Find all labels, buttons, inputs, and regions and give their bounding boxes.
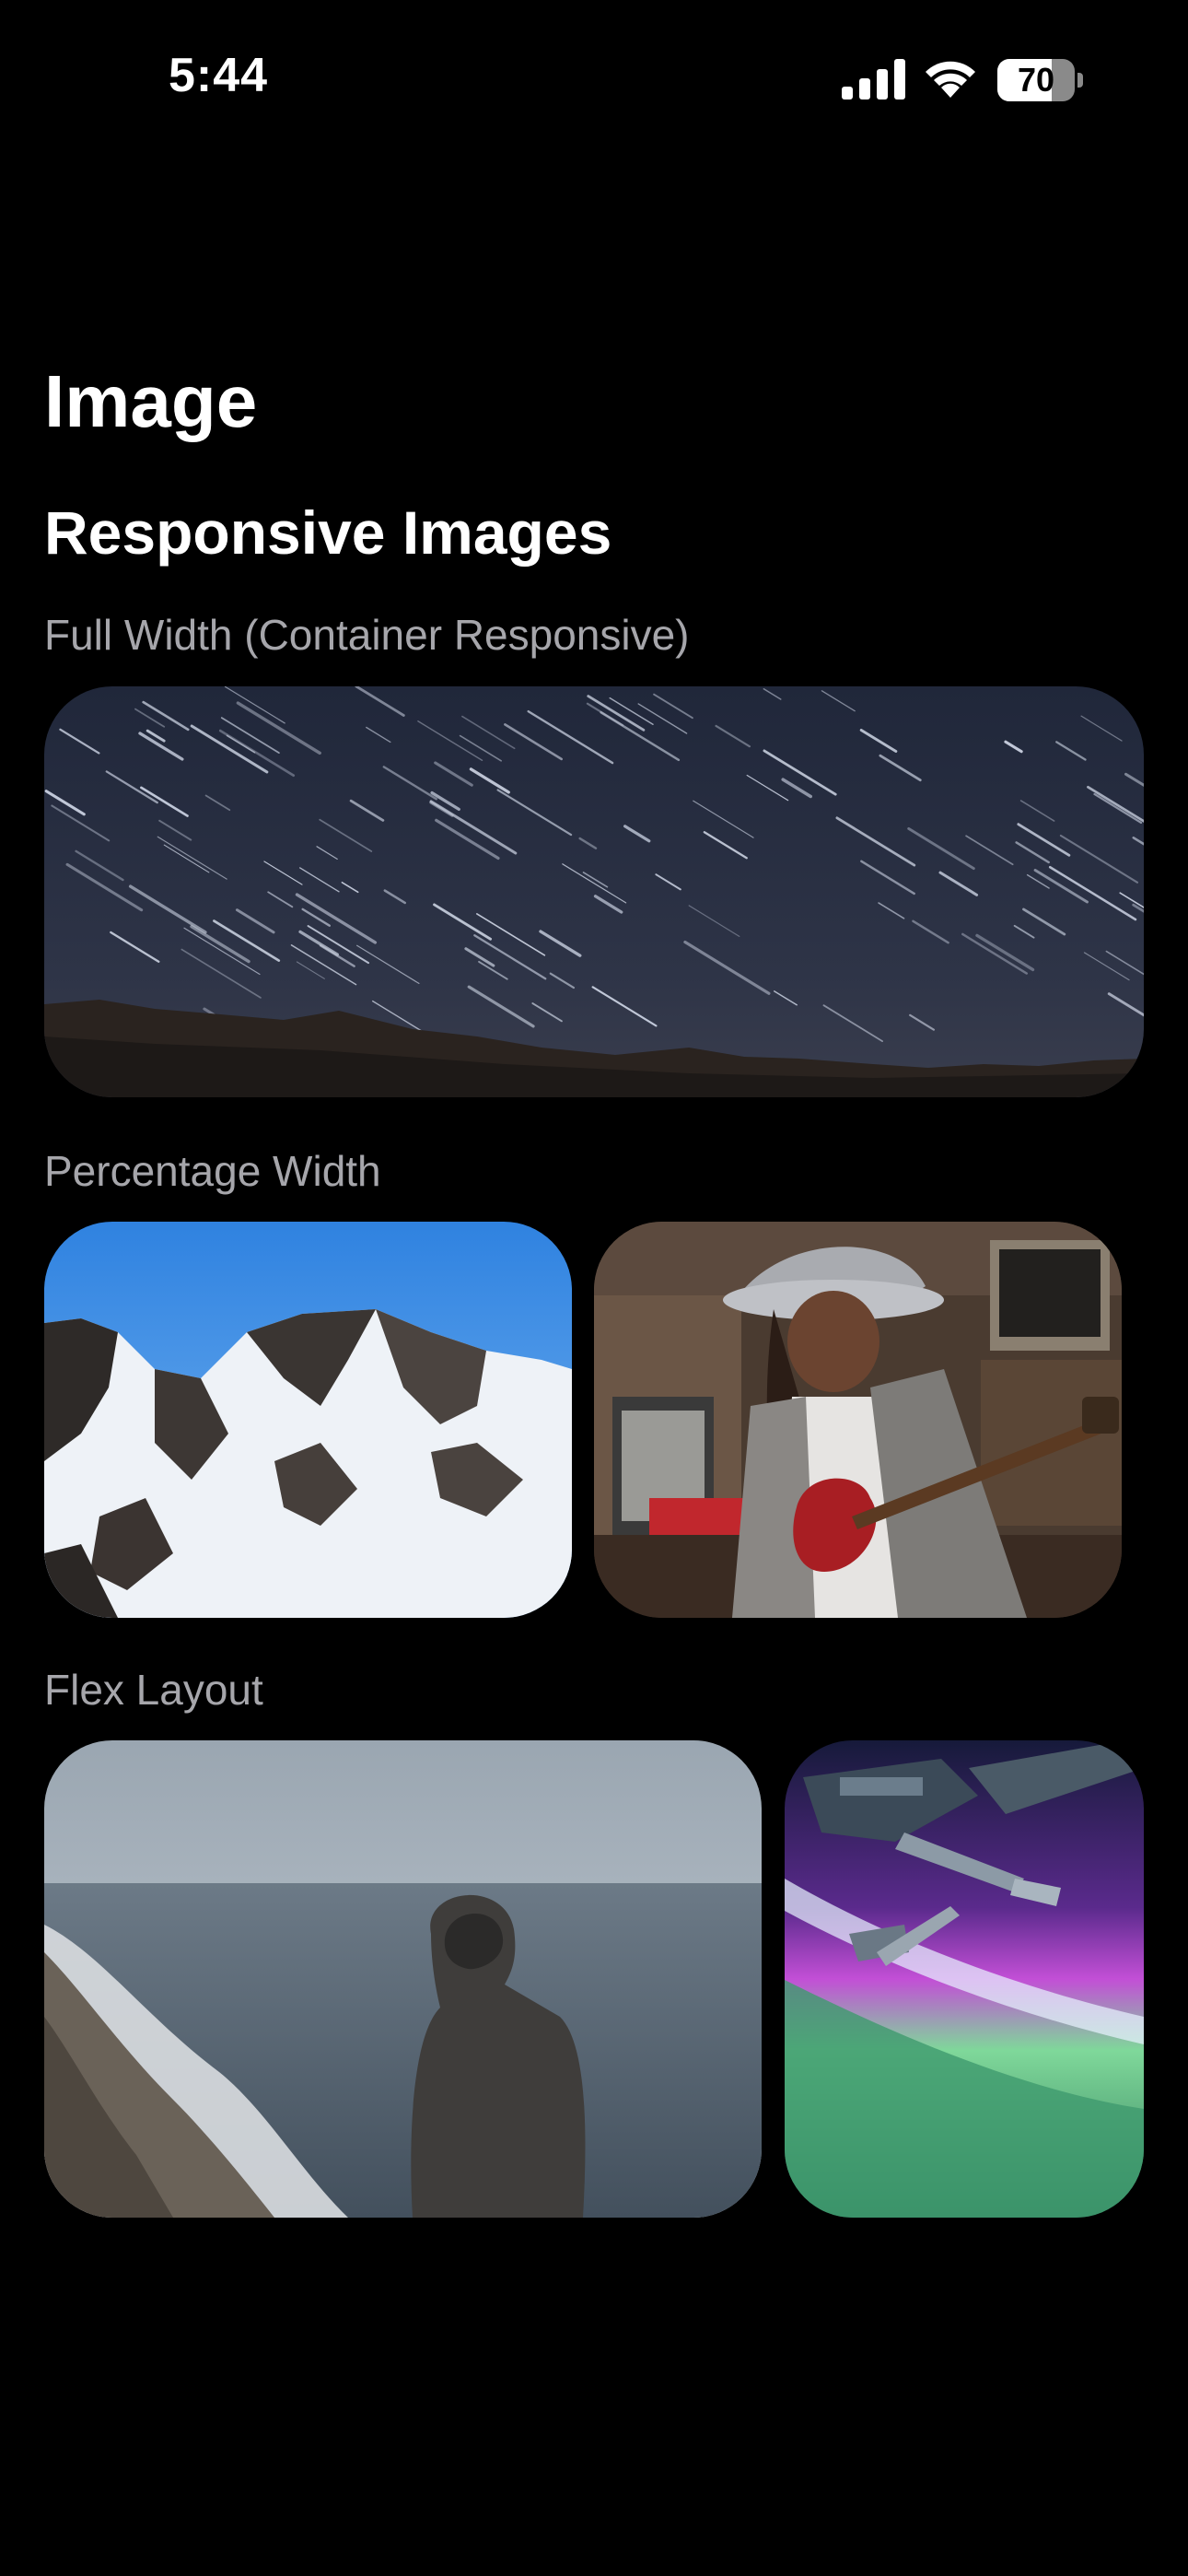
space-station-aurora-image	[785, 1740, 1144, 2218]
hooded-person-beach-photo	[44, 1740, 762, 2218]
star-trail	[1119, 686, 1144, 704]
space-station-aurora-photo	[785, 1740, 1144, 2218]
star-trail	[1141, 690, 1144, 694]
hooded-person-beach-image	[44, 1740, 762, 2218]
woman-playing-guitar-photo	[594, 1222, 1122, 1618]
page-title: Image	[44, 360, 258, 442]
battery-body: 70	[997, 59, 1075, 101]
full-width-label: Full Width (Container Responsive)	[44, 611, 690, 659]
snowy-mountains-image	[44, 1222, 572, 1618]
battery-icon: 70	[997, 59, 1084, 101]
snowy-mountains-photo	[44, 1222, 572, 1618]
status-bar: 5:44 70	[0, 0, 1188, 157]
battery-cap	[1077, 73, 1083, 88]
star-trails-image	[44, 686, 1144, 1097]
percentage-width-label: Percentage Width	[44, 1147, 381, 1195]
battery-level: 70	[1017, 61, 1055, 99]
woman-guitar-image	[594, 1222, 1122, 1618]
status-time: 5:44	[169, 49, 269, 102]
star-trails-photo	[44, 686, 1144, 1097]
signal-bars-icon	[842, 59, 905, 100]
section-title: Responsive Images	[44, 498, 612, 567]
wifi-icon	[926, 61, 975, 98]
flex-layout-label: Flex Layout	[44, 1666, 263, 1714]
